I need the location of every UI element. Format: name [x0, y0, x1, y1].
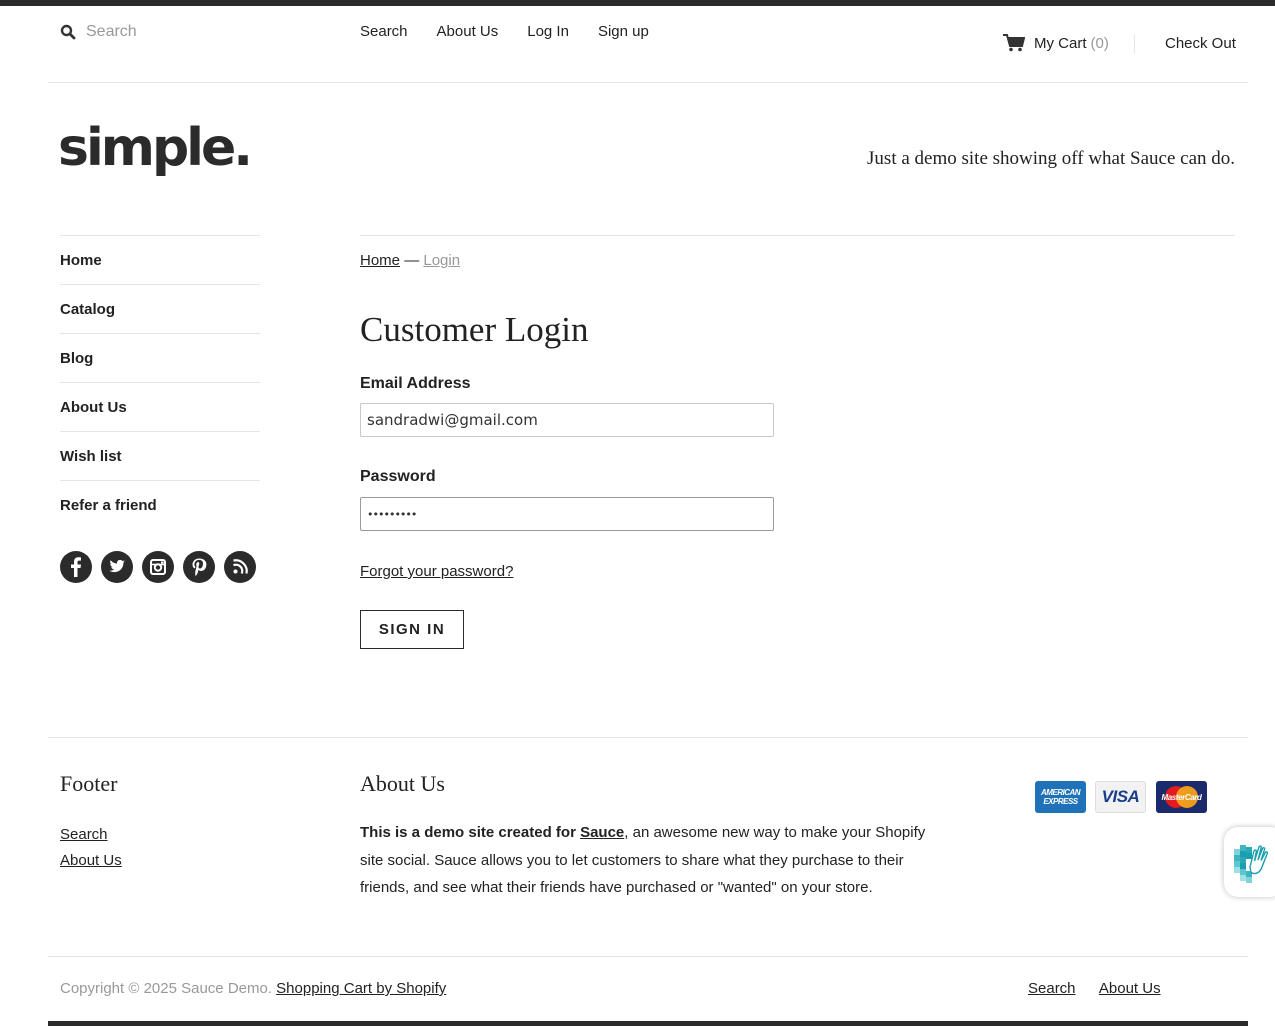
twitter-icon[interactable] [101, 551, 133, 583]
american-express-icon: AMERICAN EXPRESS [1035, 781, 1086, 813]
footer-column-title: Footer [60, 771, 118, 796]
amex-line-1: AMERICAN [1040, 788, 1081, 797]
facebook-icon[interactable] [60, 551, 92, 583]
sidebar-item-blog[interactable]: Blog [60, 333, 260, 382]
sidebar-item-label[interactable]: About Us [60, 399, 127, 416]
mastercard-text: MasterCard [1161, 792, 1202, 802]
checkout-link[interactable]: Check Out [1165, 35, 1236, 52]
breadcrumb: Home — Login [360, 252, 460, 269]
copyright-divider [48, 956, 1248, 957]
footer-links: Search About Us [60, 822, 122, 874]
cart-count: (0) [1090, 34, 1109, 52]
top-nav-about-us[interactable]: About Us [437, 23, 499, 40]
footer-link-about-us[interactable]: About Us [60, 848, 122, 874]
footer-about-title: About Us [360, 771, 445, 796]
footer-link-search[interactable]: Search [60, 822, 122, 848]
top-nav-search[interactable]: Search [360, 23, 408, 40]
mastercard-icon: MasterCard [1156, 781, 1207, 813]
social-links [60, 551, 256, 583]
sidebar-item-label[interactable]: Catalog [60, 301, 115, 318]
search-input[interactable] [86, 23, 286, 41]
cart-divider [1134, 34, 1135, 54]
top-nav-sign-up[interactable]: Sign up [598, 23, 649, 40]
sidebar-item-refer-a-friend[interactable]: Refer a friend [60, 480, 260, 529]
top-border [0, 0, 1275, 6]
sidebar-item-wish-list[interactable]: Wish list [60, 431, 260, 480]
accessibility-widget-button[interactable] [1224, 827, 1275, 897]
sidebar-nav: Home Catalog Blog About Us Wish list Ref… [60, 235, 260, 529]
copyright: Copyright © 2025 Sauce Demo. Shopping Ca… [60, 980, 446, 997]
password-label: Password [360, 468, 436, 485]
bottom-nav-about-us[interactable]: About Us [1099, 980, 1161, 997]
forgot-password-link[interactable]: Forgot your password? [360, 563, 513, 580]
cart-link[interactable]: My Cart (0) [1003, 34, 1109, 52]
hand-icon [1234, 845, 1269, 883]
sidebar-item-label[interactable]: Home [60, 252, 102, 269]
bottom-nav-search[interactable]: Search [1028, 980, 1076, 997]
footer-about-text: This is a demo site created for Sauce, a… [360, 819, 940, 902]
breadcrumb-home[interactable]: Home [360, 252, 400, 269]
cart-label[interactable]: My Cart [1034, 35, 1087, 52]
amex-line-2: EXPRESS [1043, 797, 1078, 806]
bottom-border [48, 1021, 1248, 1026]
sidebar-item-label[interactable]: Refer a friend [60, 497, 157, 514]
instagram-icon[interactable] [142, 551, 174, 583]
pinterest-icon[interactable] [183, 551, 215, 583]
top-nav-log-in[interactable]: Log In [527, 23, 569, 40]
email-label: Email Address [360, 375, 471, 392]
sidebar-item-label[interactable]: Wish list [60, 448, 122, 465]
top-nav: Search About Us Log In Sign up [360, 23, 678, 40]
copyright-text: Copyright © 2025 Sauce Demo. [60, 980, 272, 997]
sidebar-item-about-us[interactable]: About Us [60, 382, 260, 431]
breadcrumb-current: Login [423, 252, 461, 269]
sauce-link[interactable]: Sauce [580, 824, 624, 841]
bottom-nav: Search About Us [1028, 980, 1181, 997]
sidebar-item-label[interactable]: Blog [60, 350, 93, 367]
content-divider [360, 235, 1235, 236]
sign-in-button[interactable]: SIGN IN [360, 610, 464, 649]
header-divider [48, 82, 1248, 83]
sidebar-item-home[interactable]: Home [60, 235, 260, 284]
footer-divider [48, 737, 1248, 738]
shopify-link[interactable]: Shopping Cart by Shopify [276, 980, 446, 997]
rss-icon[interactable] [224, 551, 256, 583]
page-title: Customer Login [360, 310, 589, 349]
site-logo[interactable]: simple. [58, 118, 253, 178]
email-field[interactable] [360, 403, 774, 437]
sidebar-item-catalog[interactable]: Catalog [60, 284, 260, 333]
site-tagline: Just a demo site showing off what Sauce … [867, 148, 1235, 169]
header-search[interactable] [60, 20, 310, 44]
visa-text: VISA [1101, 787, 1140, 806]
cart-icon [1003, 34, 1025, 52]
breadcrumb-separator: — [404, 252, 420, 269]
search-icon [60, 24, 76, 40]
about-bold-text: This is a demo site created for [360, 824, 576, 841]
visa-icon: VISA [1095, 781, 1146, 813]
password-field[interactable] [360, 497, 774, 531]
